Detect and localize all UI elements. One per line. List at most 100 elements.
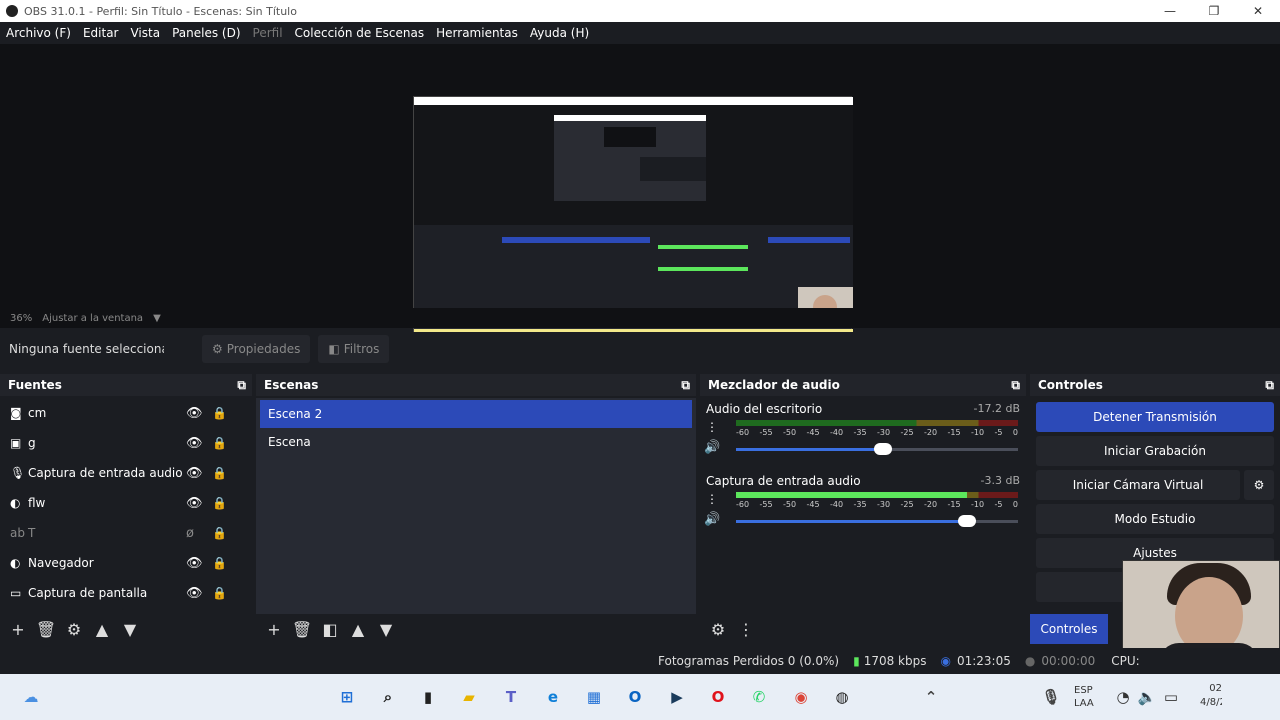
- menu-perfil[interactable]: Perfil: [247, 26, 289, 40]
- slider-level: [736, 520, 968, 523]
- arrow-up-icon[interactable]: ▲: [346, 617, 370, 641]
- outlook-icon[interactable]: O: [622, 684, 648, 710]
- scene-item[interactable]: Escena: [260, 428, 692, 456]
- edge-icon[interactable]: e: [540, 684, 566, 710]
- stop-stream-button[interactable]: Detener Transmisión: [1036, 402, 1274, 432]
- add-icon[interactable]: +: [262, 617, 286, 641]
- scale-tick-label: -5: [994, 428, 1003, 437]
- lock-icon[interactable]: 🔒: [212, 466, 227, 480]
- trash-icon[interactable]: 🗑: [34, 617, 58, 641]
- filters-button[interactable]: ◧ Filtros: [318, 335, 390, 363]
- chevron-up-icon[interactable]: ⌃: [918, 684, 944, 710]
- wifi-icon[interactable]: ◔: [1110, 684, 1136, 710]
- scale-tick-label: -40: [830, 428, 844, 437]
- undock-icon[interactable]: ⧉: [1011, 378, 1020, 393]
- windows-start-icon[interactable]: ⊞: [334, 684, 360, 710]
- visibility-icon[interactable]: 👁: [186, 436, 203, 451]
- source-item[interactable]: ▭ Captura de pantalla 👁 🔒: [0, 578, 252, 608]
- slider-knob[interactable]: [958, 515, 977, 527]
- scene-item[interactable]: Escena 2: [260, 400, 692, 428]
- hidden-icon[interactable]: ø: [186, 526, 194, 541]
- studio-mode-button[interactable]: Modo Estudio: [1036, 504, 1274, 534]
- start-virtual-camera-button[interactable]: Iniciar Cámara Virtual: [1036, 470, 1240, 500]
- chevron-down-icon[interactable]: ▼: [153, 313, 161, 324]
- advanced-audio-gear-icon[interactable]: ⚙: [706, 617, 730, 641]
- undock-icon[interactable]: ⧉: [1265, 378, 1274, 393]
- menu-editar[interactable]: Editar: [77, 26, 125, 40]
- gear-icon[interactable]: ⚙: [1244, 470, 1274, 500]
- add-icon[interactable]: +: [6, 617, 30, 641]
- volume-slider[interactable]: [736, 515, 1018, 527]
- filter-icon[interactable]: ◧: [318, 617, 342, 641]
- whatsapp-icon[interactable]: ✆: [746, 684, 772, 710]
- zoom-level[interactable]: 36%: [10, 313, 32, 324]
- source-item[interactable]: ◐ Navegador 👁 🔒: [0, 548, 252, 578]
- kebab-menu-icon[interactable]: ⋮: [734, 617, 758, 641]
- speaker-icon[interactable]: 🔊: [704, 512, 720, 527]
- store-icon[interactable]: ▦: [581, 684, 607, 710]
- cpu-usage: CPU:: [1111, 654, 1140, 668]
- lock-icon[interactable]: 🔒: [212, 496, 227, 510]
- task-view-icon[interactable]: ▮: [415, 684, 441, 710]
- tab-controls[interactable]: Controles: [1030, 614, 1108, 644]
- chrome-icon[interactable]: ◉: [788, 684, 814, 710]
- menu-archivo[interactable]: Archivo (F): [0, 26, 77, 40]
- menu-herramientas[interactable]: Herramientas: [430, 26, 524, 40]
- arrow-down-icon[interactable]: ▼: [118, 617, 142, 641]
- menu-coleccion-escenas[interactable]: Colección de Escenas: [289, 26, 431, 40]
- close-button[interactable]: ✕: [1236, 0, 1280, 22]
- scale-tick-label: -55: [759, 500, 773, 509]
- gear-icon[interactable]: ⚙: [62, 617, 86, 641]
- lock-icon[interactable]: 🔒: [212, 586, 227, 600]
- source-item[interactable]: ab Tø 🔒: [0, 518, 252, 548]
- arrow-up-icon[interactable]: ▲: [90, 617, 114, 641]
- source-item[interactable]: ◙ cm 👁 🔒: [0, 398, 252, 428]
- weather-icon[interactable]: ☁: [18, 684, 44, 710]
- file-explorer-icon[interactable]: ▰: [456, 684, 482, 710]
- microphone-icon[interactable]: 🎙: [1038, 684, 1064, 710]
- menu-vista[interactable]: Vista: [124, 26, 166, 40]
- scale-tick-label: -45: [806, 428, 820, 437]
- visibility-icon[interactable]: 👁: [186, 556, 203, 571]
- scale-tick-label: -20: [924, 428, 938, 437]
- zoom-fit-select[interactable]: Ajustar a la ventana: [42, 313, 143, 324]
- properties-button[interactable]: ⚙ Propiedades: [202, 335, 311, 363]
- lock-icon[interactable]: 🔒: [212, 436, 227, 450]
- visibility-icon[interactable]: 👁: [186, 406, 203, 421]
- source-item[interactable]: ▣ g 👁 🔒: [0, 428, 252, 458]
- slider-knob[interactable]: [873, 443, 892, 455]
- start-recording-button[interactable]: Iniciar Grabación: [1036, 436, 1274, 466]
- lock-icon[interactable]: 🔒: [212, 406, 227, 420]
- visibility-icon[interactable]: 👁: [186, 496, 203, 511]
- opera-icon[interactable]: O: [705, 684, 731, 710]
- clock[interactable]: 02 4/8/2: [1200, 682, 1222, 710]
- undock-icon[interactable]: ⧉: [237, 378, 246, 393]
- trash-icon[interactable]: 🗑: [290, 617, 314, 641]
- visibility-icon[interactable]: 👁: [186, 466, 203, 481]
- volume-slider[interactable]: [736, 443, 1018, 455]
- language-indicator[interactable]: ESP LAA: [1074, 684, 1094, 710]
- undock-icon[interactable]: ⧉: [681, 378, 690, 393]
- kebab-menu-icon[interactable]: ⋮: [706, 492, 718, 506]
- visibility-icon[interactable]: 👁: [186, 586, 203, 601]
- volume-icon[interactable]: 🔈: [1134, 684, 1160, 710]
- lock-icon[interactable]: 🔒: [212, 556, 227, 570]
- minimize-button[interactable]: —: [1148, 0, 1192, 22]
- search-icon[interactable]: ⌕: [375, 684, 401, 710]
- speaker-icon[interactable]: 🔊: [704, 440, 720, 455]
- lock-icon[interactable]: 🔒: [212, 526, 227, 540]
- source-item[interactable]: ◐ flw 👁 🔒: [0, 488, 252, 518]
- menu-ayuda[interactable]: Ayuda (H): [524, 26, 595, 40]
- arrow-down-icon[interactable]: ▼: [374, 617, 398, 641]
- source-item[interactable]: 🎙 Captura de entrada audio 👁 🔒: [0, 458, 252, 488]
- teams-icon[interactable]: T: [498, 684, 524, 710]
- kebab-menu-icon[interactable]: ⋮: [706, 420, 718, 434]
- clock-date: 4/8/2: [1200, 697, 1222, 708]
- maximize-button[interactable]: ❐: [1192, 0, 1236, 22]
- menu-paneles[interactable]: Paneles (D): [166, 26, 246, 40]
- obs-taskbar-icon[interactable]: ◍: [829, 684, 855, 710]
- channel-name: Captura de entrada audio: [706, 474, 861, 488]
- prime-video-icon[interactable]: ▶: [664, 684, 690, 710]
- battery-icon[interactable]: ▭: [1158, 684, 1184, 710]
- preview-area[interactable]: [0, 44, 1280, 345]
